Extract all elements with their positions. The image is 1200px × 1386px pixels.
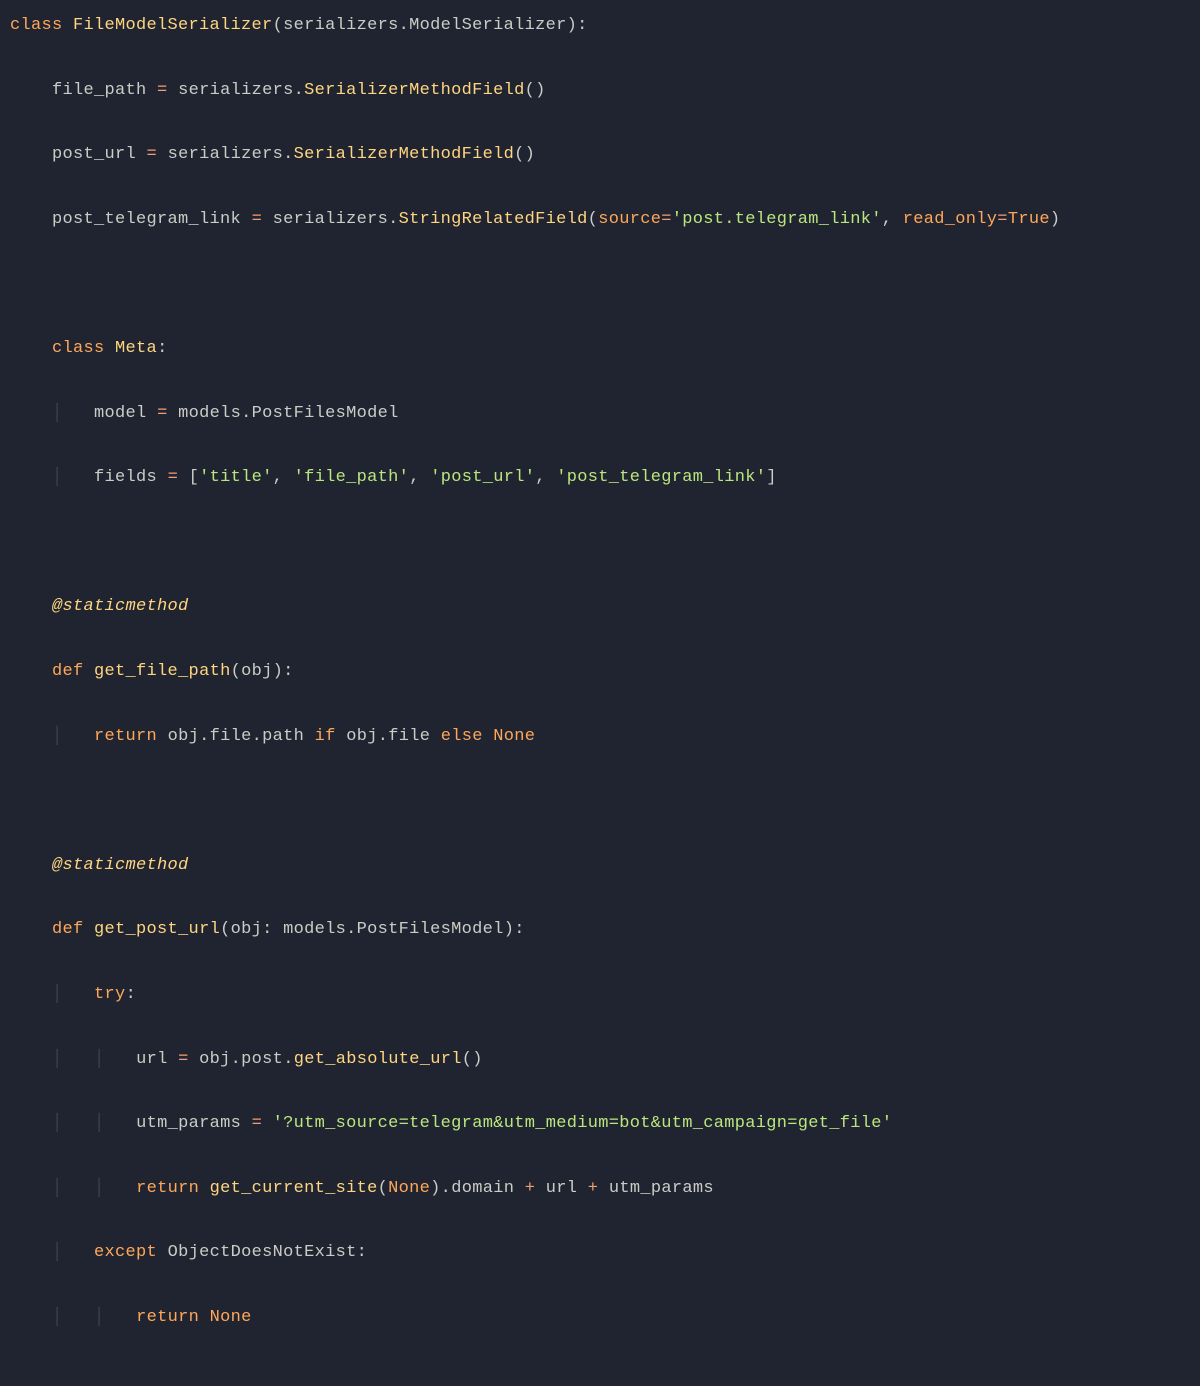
identifier: post_telegram_link: [52, 210, 241, 229]
code-line: │ │ return get_current_site(None).domain…: [0, 1173, 1200, 1205]
code-line: class FileModelSerializer(serializers.Mo…: [0, 10, 1200, 42]
kwarg: read_only: [903, 210, 998, 229]
identifier: fields: [94, 468, 157, 487]
decorator: @staticmethod: [52, 856, 189, 875]
identifier: models: [283, 920, 346, 939]
identifier: obj: [346, 727, 378, 746]
none-literal: None: [388, 1179, 430, 1198]
keyword-try: try: [94, 985, 126, 1004]
code-line-blank: [0, 268, 1200, 300]
function-name: get_post_url: [94, 920, 220, 939]
code-line: @staticmethod: [0, 591, 1200, 623]
keyword-return: return: [94, 727, 157, 746]
identifier: ObjectDoesNotExist: [168, 1243, 357, 1262]
identifier: serializers: [168, 145, 284, 164]
code-line: │ return obj.file.path if obj.file else …: [0, 721, 1200, 753]
code-line: class Meta:: [0, 333, 1200, 365]
identifier: SerializerMethodField: [304, 81, 525, 100]
identifier: serializers: [283, 16, 399, 35]
identifier: PostFilesModel: [252, 404, 399, 423]
code-line: │ fields = ['title', 'file_path', 'post_…: [0, 462, 1200, 494]
identifier: obj: [199, 1050, 231, 1069]
keyword-class: class: [10, 16, 63, 35]
identifier: get_absolute_url: [294, 1050, 462, 1069]
identifier: utm_params: [609, 1179, 714, 1198]
class-name: FileModelSerializer: [73, 16, 273, 35]
code-line: │ │ url = obj.post.get_absolute_url(): [0, 1044, 1200, 1076]
code-editor[interactable]: class FileModelSerializer(serializers.Mo…: [0, 10, 1200, 1366]
identifier: file_path: [52, 81, 147, 100]
identifier: obj: [168, 727, 200, 746]
identifier: SerializerMethodField: [294, 145, 515, 164]
string-literal: 'post_telegram_link': [556, 468, 766, 487]
code-line: def get_post_url(obj: models.PostFilesMo…: [0, 914, 1200, 946]
identifier: model: [94, 404, 147, 423]
parameter: obj: [231, 920, 263, 939]
code-line: def get_file_path(obj):: [0, 656, 1200, 688]
none-literal: None: [493, 727, 535, 746]
identifier: utm_params: [136, 1114, 241, 1133]
identifier: ModelSerializer: [409, 16, 567, 35]
keyword-def: def: [52, 920, 84, 939]
identifier: StringRelatedField: [399, 210, 588, 229]
parameter: obj: [241, 662, 273, 681]
code-line: post_url = serializers.SerializerMethodF…: [0, 139, 1200, 171]
code-line: @staticmethod: [0, 850, 1200, 882]
keyword-else: else: [441, 727, 483, 746]
identifier: url: [546, 1179, 578, 1198]
identifier: post: [241, 1050, 283, 1069]
keyword-return: return: [136, 1179, 199, 1198]
code-line: │ │ utm_params = '?utm_source=telegram&u…: [0, 1108, 1200, 1140]
string-literal: 'title': [199, 468, 273, 487]
string-literal: 'post_url': [430, 468, 535, 487]
identifier: path: [262, 727, 304, 746]
string-literal: 'post.telegram_link': [672, 210, 882, 229]
code-line: │ except ObjectDoesNotExist:: [0, 1237, 1200, 1269]
keyword-if: if: [315, 727, 336, 746]
identifier: models: [178, 404, 241, 423]
identifier: post_url: [52, 145, 136, 164]
bool-literal: True: [1008, 210, 1050, 229]
identifier: get_current_site: [210, 1179, 378, 1198]
code-line: post_telegram_link = serializers.StringR…: [0, 204, 1200, 236]
code-line: │ │ return None: [0, 1302, 1200, 1334]
identifier: url: [136, 1050, 168, 1069]
decorator: @staticmethod: [52, 597, 189, 616]
kwarg: source: [598, 210, 661, 229]
code-line: file_path = serializers.SerializerMethod…: [0, 75, 1200, 107]
identifier: serializers: [273, 210, 389, 229]
identifier: serializers: [178, 81, 294, 100]
code-line-blank: [0, 527, 1200, 559]
identifier: domain: [451, 1179, 514, 1198]
code-line-blank: [0, 785, 1200, 817]
none-literal: None: [210, 1308, 252, 1327]
identifier: PostFilesModel: [357, 920, 504, 939]
function-name: get_file_path: [94, 662, 231, 681]
keyword-except: except: [94, 1243, 157, 1262]
string-literal: 'file_path': [294, 468, 410, 487]
class-name: Meta: [115, 339, 157, 358]
code-line: │ try:: [0, 979, 1200, 1011]
string-literal: '?utm_source=telegram&utm_medium=bot&utm…: [273, 1114, 893, 1133]
identifier: file: [388, 727, 430, 746]
code-line: │ model = models.PostFilesModel: [0, 398, 1200, 430]
keyword-return: return: [136, 1308, 199, 1327]
keyword-class: class: [52, 339, 105, 358]
identifier: file: [210, 727, 252, 746]
keyword-def: def: [52, 662, 84, 681]
